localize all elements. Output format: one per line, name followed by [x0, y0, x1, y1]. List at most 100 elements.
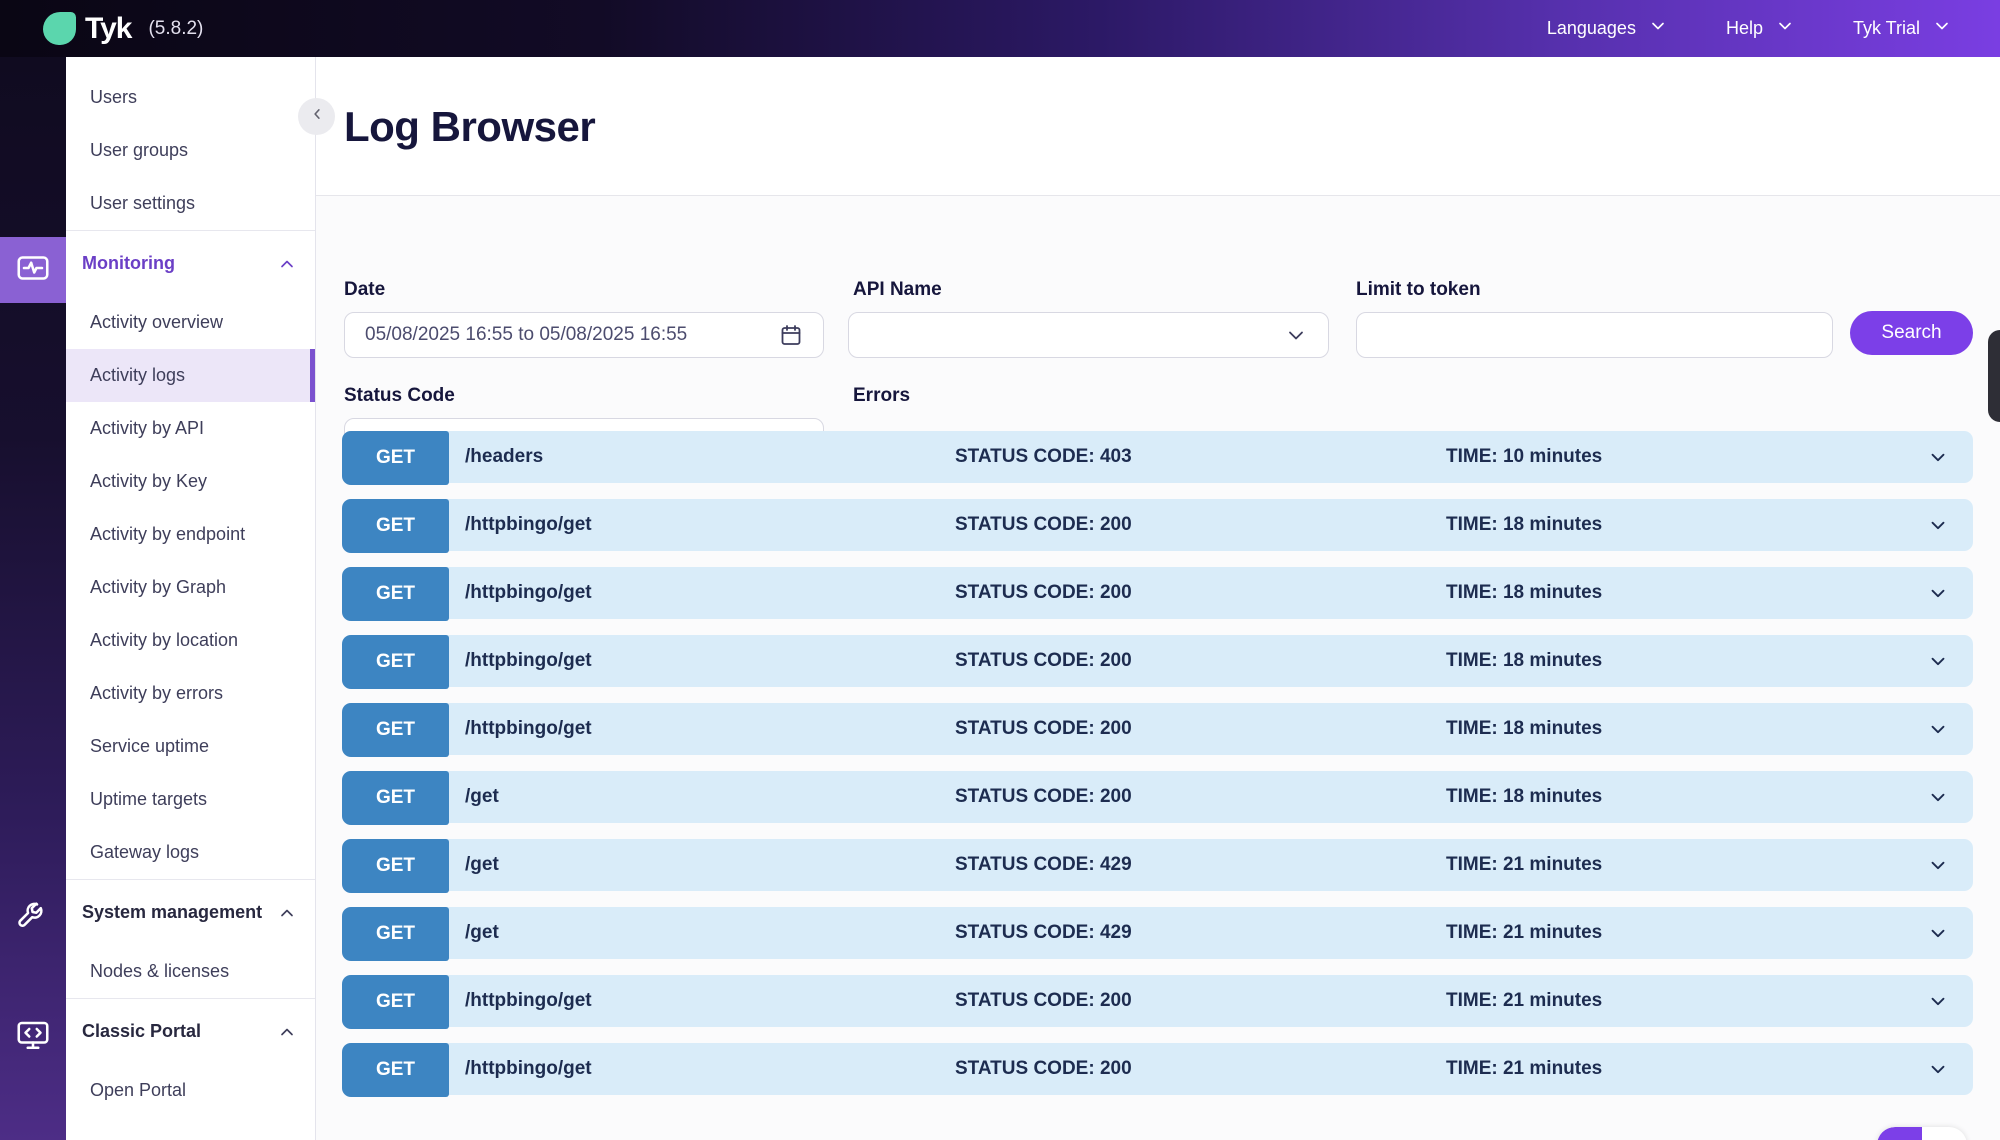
sidebar-item-label: Activity by Graph	[90, 577, 226, 598]
sidebar-item[interactable]: Uptime targets	[66, 773, 315, 826]
topbar-nav-label: Tyk Trial	[1853, 18, 1920, 39]
sidebar-item[interactable]: Service uptime	[66, 720, 315, 773]
right-edge-tab[interactable]	[1988, 330, 2000, 422]
logo-text: Tyk	[85, 12, 131, 46]
sidebar-item-label: Activity by Key	[90, 471, 207, 492]
log-row[interactable]: GET /httpbingo/get STATUS CODE: 200 TIME…	[342, 635, 1973, 687]
limit-to-token-input[interactable]	[1356, 312, 1833, 358]
topbar-nav-item[interactable]: Help	[1726, 16, 1795, 41]
log-path: /httpbingo/get	[465, 567, 592, 619]
log-path: /httpbingo/get	[465, 975, 592, 1027]
sidebar-item-label: Gateway logs	[90, 842, 199, 863]
sidebar-item-label: Activity by API	[90, 418, 204, 439]
log-status-code: STATUS CODE: 429	[955, 839, 1132, 891]
calendar-icon[interactable]	[779, 323, 803, 347]
sidebar-item-label: Users	[90, 87, 137, 108]
floating-widget[interactable]	[1877, 1127, 1967, 1140]
search-button[interactable]: Search	[1850, 311, 1973, 355]
sidebar-item[interactable]: System management	[66, 879, 315, 945]
sidebar-item[interactable]: Activity logs	[66, 349, 315, 402]
wrench-icon	[15, 895, 51, 936]
chevron-down-icon[interactable]	[1927, 771, 1949, 823]
method-badge: GET	[342, 703, 449, 757]
sidebar-menu: Users User groups User settings	[66, 57, 316, 1140]
chevron-down-icon[interactable]	[1927, 1043, 1949, 1095]
sidebar-item[interactable]: User settings	[66, 177, 315, 230]
log-status-code: STATUS CODE: 200	[955, 975, 1132, 1027]
tyk-logo[interactable]: Tyk (5.8.2)	[0, 12, 203, 46]
log-row[interactable]: GET /headers STATUS CODE: 403 TIME: 10 m…	[342, 431, 1973, 483]
sidebar-item[interactable]: Open Portal	[66, 1064, 315, 1117]
rail-item-system-management[interactable]	[0, 895, 66, 936]
method-badge: GET	[342, 839, 449, 893]
method-badge: GET	[342, 499, 449, 553]
sidebar-item-label: Open Portal	[90, 1080, 186, 1101]
topbar-nav-item[interactable]: Languages	[1547, 16, 1668, 41]
chevron-down-icon[interactable]	[1927, 975, 1949, 1027]
topbar-nav-item[interactable]: Tyk Trial	[1853, 16, 1952, 41]
sidebar-item-label: Service uptime	[90, 736, 209, 757]
sidebar-item[interactable]: Users	[66, 71, 315, 124]
topbar-nav-label: Help	[1726, 18, 1763, 39]
sidebar-item[interactable]: Activity by API	[66, 402, 315, 455]
sidebar-item-label: Activity by location	[90, 630, 238, 651]
log-row[interactable]: GET /httpbingo/get STATUS CODE: 200 TIME…	[342, 1043, 1973, 1095]
topbar: Tyk (5.8.2) Languages Help	[0, 0, 2000, 57]
chevron-down-icon[interactable]	[1927, 907, 1949, 959]
log-row[interactable]: GET /get STATUS CODE: 429 TIME: 21 minut…	[342, 839, 1973, 891]
log-time: TIME: 21 minutes	[1446, 907, 1602, 959]
sidebar-collapse-button[interactable]	[298, 98, 335, 135]
chevron-down-icon[interactable]	[1927, 431, 1949, 483]
chevron-down-icon	[1648, 16, 1668, 41]
sidebar-item-label: User settings	[90, 193, 195, 214]
log-time: TIME: 18 minutes	[1446, 771, 1602, 823]
sidebar-item[interactable]: Gateway logs	[66, 826, 315, 879]
log-time: TIME: 21 minutes	[1446, 839, 1602, 891]
log-row[interactable]: GET /httpbingo/get STATUS CODE: 200 TIME…	[342, 499, 1973, 551]
log-path: /get	[465, 771, 499, 823]
rail-item-classic-portal[interactable]	[0, 1017, 66, 1058]
limit-to-token-label: Limit to token	[1356, 279, 1481, 301]
sidebar-item[interactable]: Activity by location	[66, 614, 315, 667]
chevron-up-icon	[277, 254, 297, 274]
api-name-label: API Name	[853, 279, 942, 301]
log-path: /get	[465, 907, 499, 959]
log-row[interactable]: GET /httpbingo/get STATUS CODE: 200 TIME…	[342, 975, 1973, 1027]
sidebar-item[interactable]: Activity by Key	[66, 455, 315, 508]
method-badge: GET	[342, 567, 449, 621]
rail-item-monitoring[interactable]	[0, 237, 66, 303]
activity-monitor-icon	[15, 250, 51, 291]
log-path: /httpbingo/get	[465, 1043, 592, 1095]
log-time: TIME: 21 minutes	[1446, 975, 1602, 1027]
sidebar-item-label: Activity logs	[90, 365, 185, 386]
sidebar-item[interactable]: Monitoring	[66, 230, 315, 296]
date-range-input[interactable]: 05/08/2025 16:55 to 05/08/2025 16:55	[344, 312, 824, 358]
sidebar-item[interactable]: Activity by endpoint	[66, 508, 315, 561]
log-status-code: STATUS CODE: 200	[955, 1043, 1132, 1095]
chevron-down-icon[interactable]	[1927, 499, 1949, 551]
method-badge: GET	[342, 635, 449, 689]
api-name-select[interactable]	[848, 312, 1329, 358]
chevron-down-icon[interactable]	[1927, 635, 1949, 687]
sidebar-item[interactable]: Activity by errors	[66, 667, 315, 720]
sidebar-item-label: Activity overview	[90, 312, 223, 333]
log-list: GET /headers STATUS CODE: 403 TIME: 10 m…	[342, 431, 1973, 1111]
sidebar-item[interactable]: Classic Portal	[66, 998, 315, 1064]
sidebar-item[interactable]: User groups	[66, 124, 315, 177]
log-row[interactable]: GET /httpbingo/get STATUS CODE: 200 TIME…	[342, 567, 1973, 619]
topbar-nav-label: Languages	[1547, 18, 1636, 39]
log-path: /httpbingo/get	[465, 703, 592, 755]
log-row[interactable]: GET /get STATUS CODE: 200 TIME: 18 minut…	[342, 771, 1973, 823]
chevron-down-icon[interactable]	[1927, 703, 1949, 755]
chevron-down-icon[interactable]	[1927, 839, 1949, 891]
date-label: Date	[344, 279, 385, 301]
chevron-down-icon[interactable]	[1927, 567, 1949, 619]
log-row[interactable]: GET /get STATUS CODE: 429 TIME: 21 minut…	[342, 907, 1973, 959]
log-status-code: STATUS CODE: 200	[955, 703, 1132, 755]
sidebar-item[interactable]: Activity overview	[66, 296, 315, 349]
sidebar-item[interactable]: Activity by Graph	[66, 561, 315, 614]
sidebar-item[interactable]: Nodes & licenses	[66, 945, 315, 998]
app-root: Tyk (5.8.2) Languages Help	[0, 0, 2000, 1140]
log-row[interactable]: GET /httpbingo/get STATUS CODE: 200 TIME…	[342, 703, 1973, 755]
log-path: /headers	[465, 431, 543, 483]
